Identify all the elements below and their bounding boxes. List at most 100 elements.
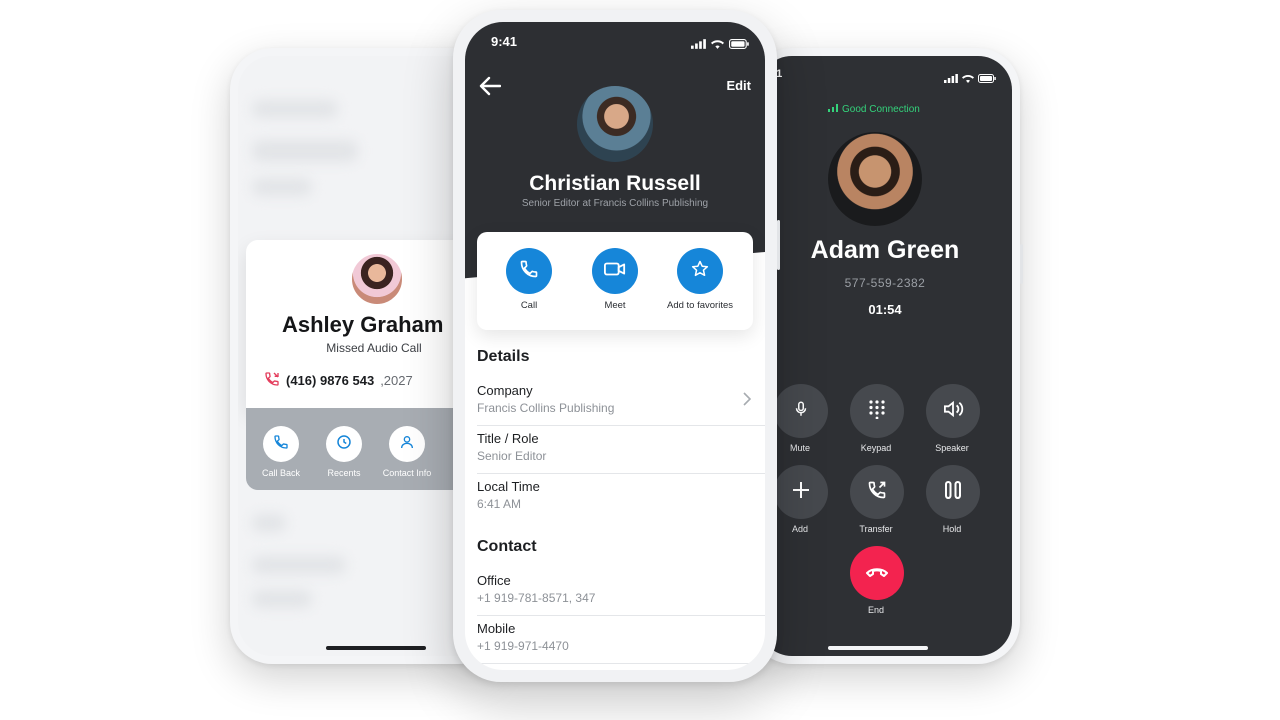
contact-name: Ashley Graham — [282, 312, 444, 337]
keypad-label: Keypad — [860, 443, 892, 453]
phone-icon — [273, 434, 289, 455]
add-call-button[interactable] — [774, 465, 828, 519]
history-icon — [335, 433, 353, 456]
keypad-icon — [868, 399, 886, 424]
transfer-label: Transfer — [859, 524, 893, 534]
local-time-label: Local Time — [477, 479, 540, 494]
blurred-row — [252, 140, 358, 162]
phone-icon — [519, 259, 539, 284]
pause-icon — [944, 480, 962, 505]
status-icons — [944, 70, 996, 88]
signal-icon — [691, 36, 706, 54]
contact-heading: Contact — [477, 538, 537, 555]
hang-up-icon — [865, 564, 889, 582]
status-icons — [691, 36, 749, 54]
speaker-icon — [942, 400, 964, 423]
stage: Ashley Graham Missed Audio Call (416) 98… — [0, 0, 1280, 720]
hold-button[interactable] — [926, 465, 980, 519]
contact-name: Christian Russell — [529, 172, 701, 195]
signal-icon — [944, 70, 958, 88]
contact-info-button[interactable] — [389, 426, 425, 462]
call-timer: 01:54 — [868, 302, 902, 317]
status-bar: 9:41 — [465, 22, 765, 58]
active-call-screen: 41 Good Connection Adam Green 577-559-23… — [758, 56, 1012, 656]
battery-icon — [729, 36, 749, 54]
signal-icon — [828, 104, 838, 115]
home-indicator — [326, 646, 426, 650]
office-label: Office — [477, 573, 511, 588]
meet-label: Meet — [604, 300, 626, 311]
microphone-icon — [792, 399, 810, 424]
call-back-label: Call Back — [261, 468, 300, 478]
transfer-button[interactable] — [850, 465, 904, 519]
contact-profile-screen: 9:41 Edit Christian Russell Senior Edito… — [465, 22, 765, 670]
recents-button[interactable] — [326, 426, 362, 462]
mobile-row[interactable]: Mobile +1 919-971-4470 — [477, 616, 765, 664]
office-value: +1 919-781-8571, 347 — [477, 591, 596, 605]
keypad-button[interactable] — [850, 384, 904, 438]
office-row[interactable]: Office +1 919-781-8571, 347 — [477, 568, 765, 616]
status-time: 9:41 — [491, 34, 518, 49]
add-to-favorites-label: Add to favorites — [666, 300, 733, 311]
company-row[interactable]: Company Francis Collins Publishing — [477, 378, 765, 426]
blurred-row — [252, 514, 286, 532]
video-icon — [604, 261, 626, 282]
avatar — [828, 132, 922, 226]
mobile-value: +1 919-971-4470 — [477, 639, 569, 653]
contact-info-label: Contact Info — [382, 468, 432, 478]
company-value: Francis Collins Publishing — [477, 401, 615, 415]
mobile-label: Mobile — [477, 621, 516, 636]
connection-status: Good Connection — [828, 104, 920, 115]
blurred-row — [252, 590, 312, 608]
blurred-row — [252, 100, 338, 118]
company-label: Company — [477, 383, 533, 398]
recents-label: Recents — [327, 468, 361, 478]
local-time-value: 6:41 AM — [477, 497, 522, 511]
call-label: Call — [520, 300, 538, 311]
home-indicator — [828, 646, 928, 650]
call-button[interactable] — [506, 248, 552, 294]
caller-number: 577-559-2382 — [844, 276, 926, 290]
number-extension: ,2027 — [380, 373, 413, 388]
local-time-row: Local Time 6:41 AM — [477, 474, 765, 522]
person-icon — [399, 434, 415, 455]
end-label: End — [867, 605, 884, 615]
star-icon — [691, 260, 709, 283]
battery-icon — [978, 70, 996, 88]
plus-icon — [792, 481, 810, 504]
wifi-icon — [711, 36, 724, 54]
meet-button[interactable] — [592, 248, 638, 294]
hold-label: Hold — [942, 524, 962, 534]
side-button — [1020, 244, 1023, 284]
speaker-button[interactable] — [926, 384, 980, 438]
end-call-button[interactable] — [850, 546, 904, 600]
active-call-phone: 41 Good Connection Adam Green 577-559-23… — [750, 48, 1023, 664]
title-role-value: Senior Editor — [477, 449, 547, 463]
caller-name: Adam Green — [810, 236, 960, 264]
blurred-row — [252, 178, 312, 196]
avatar — [350, 252, 404, 306]
mute-button[interactable] — [774, 384, 828, 438]
speaker-label: Speaker — [935, 443, 969, 453]
missed-number[interactable]: (416) 9876 543 ,2027 — [264, 371, 413, 390]
call-back-button[interactable] — [263, 426, 299, 462]
wifi-icon — [962, 70, 974, 88]
blurred-row — [252, 556, 346, 574]
back-button[interactable] — [479, 76, 503, 98]
chevron-right-icon — [743, 392, 752, 411]
add-to-favorites-button[interactable] — [677, 248, 723, 294]
arrow-left-icon — [479, 76, 502, 100]
contact-profile-phone: 9:41 Edit Christian Russell Senior Edito… — [453, 10, 780, 682]
title-role-label: Title / Role — [477, 431, 539, 446]
side-button — [777, 220, 780, 270]
quick-actions-card: Call Meet Add to favorites — [477, 232, 753, 330]
contact-subtitle: Senior Editor at Francis Collins Publish… — [521, 198, 709, 209]
transfer-icon — [867, 480, 887, 505]
avatar — [577, 86, 653, 162]
missed-call-icon — [264, 371, 280, 390]
details-heading: Details — [477, 348, 530, 365]
number-main: (416) 9876 543 — [286, 373, 375, 388]
edit-button[interactable]: Edit — [726, 78, 751, 93]
title-role-row: Title / Role Senior Editor — [477, 426, 765, 474]
connection-label: Good Connection — [842, 104, 920, 115]
